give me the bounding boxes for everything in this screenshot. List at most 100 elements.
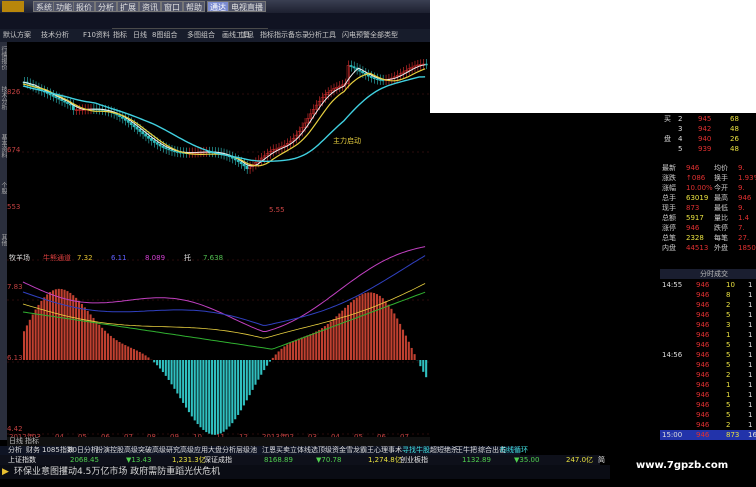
toolbar-item[interactable]: 8图组合 [152,30,177,41]
info-key: 最低 [714,204,728,212]
trade-time: 14:55 [662,281,683,289]
toolbar-item[interactable]: 信息 [240,30,254,41]
formula-tab[interactable]: 80日分析 [68,446,98,455]
candle-body [173,150,176,153]
price-axis-label: 6.13 [7,354,23,362]
menu-tab[interactable]: 资讯 [139,1,161,12]
menu-tab[interactable]: 通达 [207,1,229,12]
side-tab[interactable]: 其他 [0,234,7,246]
order-book-row: 买 2 945 68 [660,114,756,124]
low-price-label: 5.55 [269,206,285,214]
formula-tab[interactable]: 超短绝杀 [430,446,458,455]
trade-price: 946 [696,321,710,329]
toolbar-item[interactable]: 指标指示 [260,30,288,41]
candle-body [349,65,353,67]
indicator-bar [23,331,26,360]
indicator-bar [309,334,312,360]
indicator-bar [138,351,141,360]
menu-tab[interactable]: 电视直播 [228,1,266,12]
index-quote: 2068.45 [70,456,99,464]
formula-tab[interactable]: 雪龙霸王 [346,446,374,455]
toolbar-item[interactable]: 闪电预警 [342,30,370,41]
indicator-bar [271,357,274,360]
candle-body [314,104,318,110]
menu-tab[interactable]: 系统 [33,1,55,12]
formula-tab[interactable]: 立体线选 [290,446,318,455]
indicator-bar [25,325,28,360]
menu-tab[interactable]: 帮助 [183,1,205,12]
indicator-tab[interactable]: 日线 [9,437,23,446]
info-key: 量比 [714,214,728,222]
trade-count: 1 [748,291,753,299]
order-volume: 48 [730,125,739,133]
kline-chart[interactable]: 8266745537.836.134.422012年03040506070809… [7,42,430,440]
info-key: 今开 [714,184,728,192]
formula-tab[interactable]: 高级研究 [152,446,180,455]
candle-body [170,149,174,152]
toolbar-item[interactable]: 日线 [133,30,147,41]
trade-price: 946 [696,381,710,389]
menu-tab[interactable]: 报价 [73,1,95,12]
info-value: ↑086 [686,174,706,182]
toolbar-item[interactable]: 全部类型 [370,30,398,41]
order-price: 939 [698,145,712,153]
candle-body [138,128,142,132]
formula-tab[interactable]: 高级突破 [124,446,152,455]
indicator-bar [237,360,240,415]
formula-tab[interactable]: 江恩买卖 [262,446,290,455]
toolbar-item[interactable]: F10资料 [83,30,110,41]
formula-tab[interactable]: 顶级资金 [318,446,346,455]
candle-body [358,69,362,72]
candle-body [413,65,417,68]
formula-tab[interactable]: 寻找牛股 [402,446,430,455]
indicator-bar [375,294,379,360]
candle-body [152,140,156,143]
chart-area[interactable]: 8266745537.836.134.422012年03040506070809… [7,42,430,440]
candle-body [381,79,385,82]
info-value: 44513 [686,244,709,252]
indicator-bar [92,317,95,360]
candle-body [329,89,333,93]
formula-tabs: 分析 财务 1085指数 80日分析 扮演控股 高级突破 高级研究 高级应用 大盘分析 层级池 江恩… [0,446,528,455]
indicator-bar [60,289,63,360]
index-quote: 247.0亿 [566,456,594,464]
toolbar-item[interactable]: 分析工具 [308,30,336,41]
toolbar-item[interactable]: 备忘录 [288,30,309,41]
formula-tab[interactable]: 高级应用 [180,446,208,455]
price-axis-label: 553 [7,203,20,211]
indicator-bar [407,341,410,360]
menu-tab[interactable]: 窗口 [161,1,183,12]
formula-tab[interactable]: 扮演控股 [96,446,124,455]
trade-row: 946 1 1 [660,380,756,390]
indicator-bar [349,302,352,360]
toolbar-item[interactable]: 技术分析 [41,30,69,41]
indicator-bar [112,338,115,360]
menu-tab[interactable]: 扩展 [117,1,139,12]
trade-price: 946 [696,361,710,369]
toolbar-item[interactable]: 指标 [113,30,127,41]
formula-tab[interactable]: 王牛把 [456,446,477,455]
indicator-bar [234,360,237,420]
formula-tab[interactable]: 心理事术 [374,446,402,455]
menu-tab[interactable]: 功能 [53,1,75,12]
formula-tab[interactable]: 大盘分析 [208,446,236,455]
menu-tab[interactable]: 分析 [95,1,117,12]
indicator-bar [219,360,222,434]
toolbar-item[interactable]: 多图组合 [187,30,215,41]
indicator-bar [190,360,193,417]
side-tab[interactable]: 技术分析 [0,86,7,110]
info-key: 涨幅 [662,184,676,192]
news-ticker[interactable]: ▶ 环保业意图攫动4.5万亿市场 政府需防重蹈光伏危机 [0,465,610,479]
price-axis-label: 7.83 [7,283,23,291]
toolbar-item[interactable]: 默认方案 [3,30,31,41]
indicator-tab[interactable]: 指标 [25,437,39,446]
side-tab[interactable]: 行情报价 [0,46,7,70]
formula-tab[interactable]: 财务 [26,446,40,455]
formula-tab[interactable]: 分析 [8,446,22,455]
formula-tab[interactable]: 层级池 [236,446,257,455]
side-tab[interactable]: 基本资料 [0,134,7,158]
formula-tab[interactable]: 均线循环 [500,446,528,455]
news-text[interactable]: 环保业意图攫动4.5万亿市场 政府需防重蹈光伏危机 [14,466,220,478]
side-tab[interactable]: 个股 [0,182,7,194]
indicator-bar [312,332,315,360]
